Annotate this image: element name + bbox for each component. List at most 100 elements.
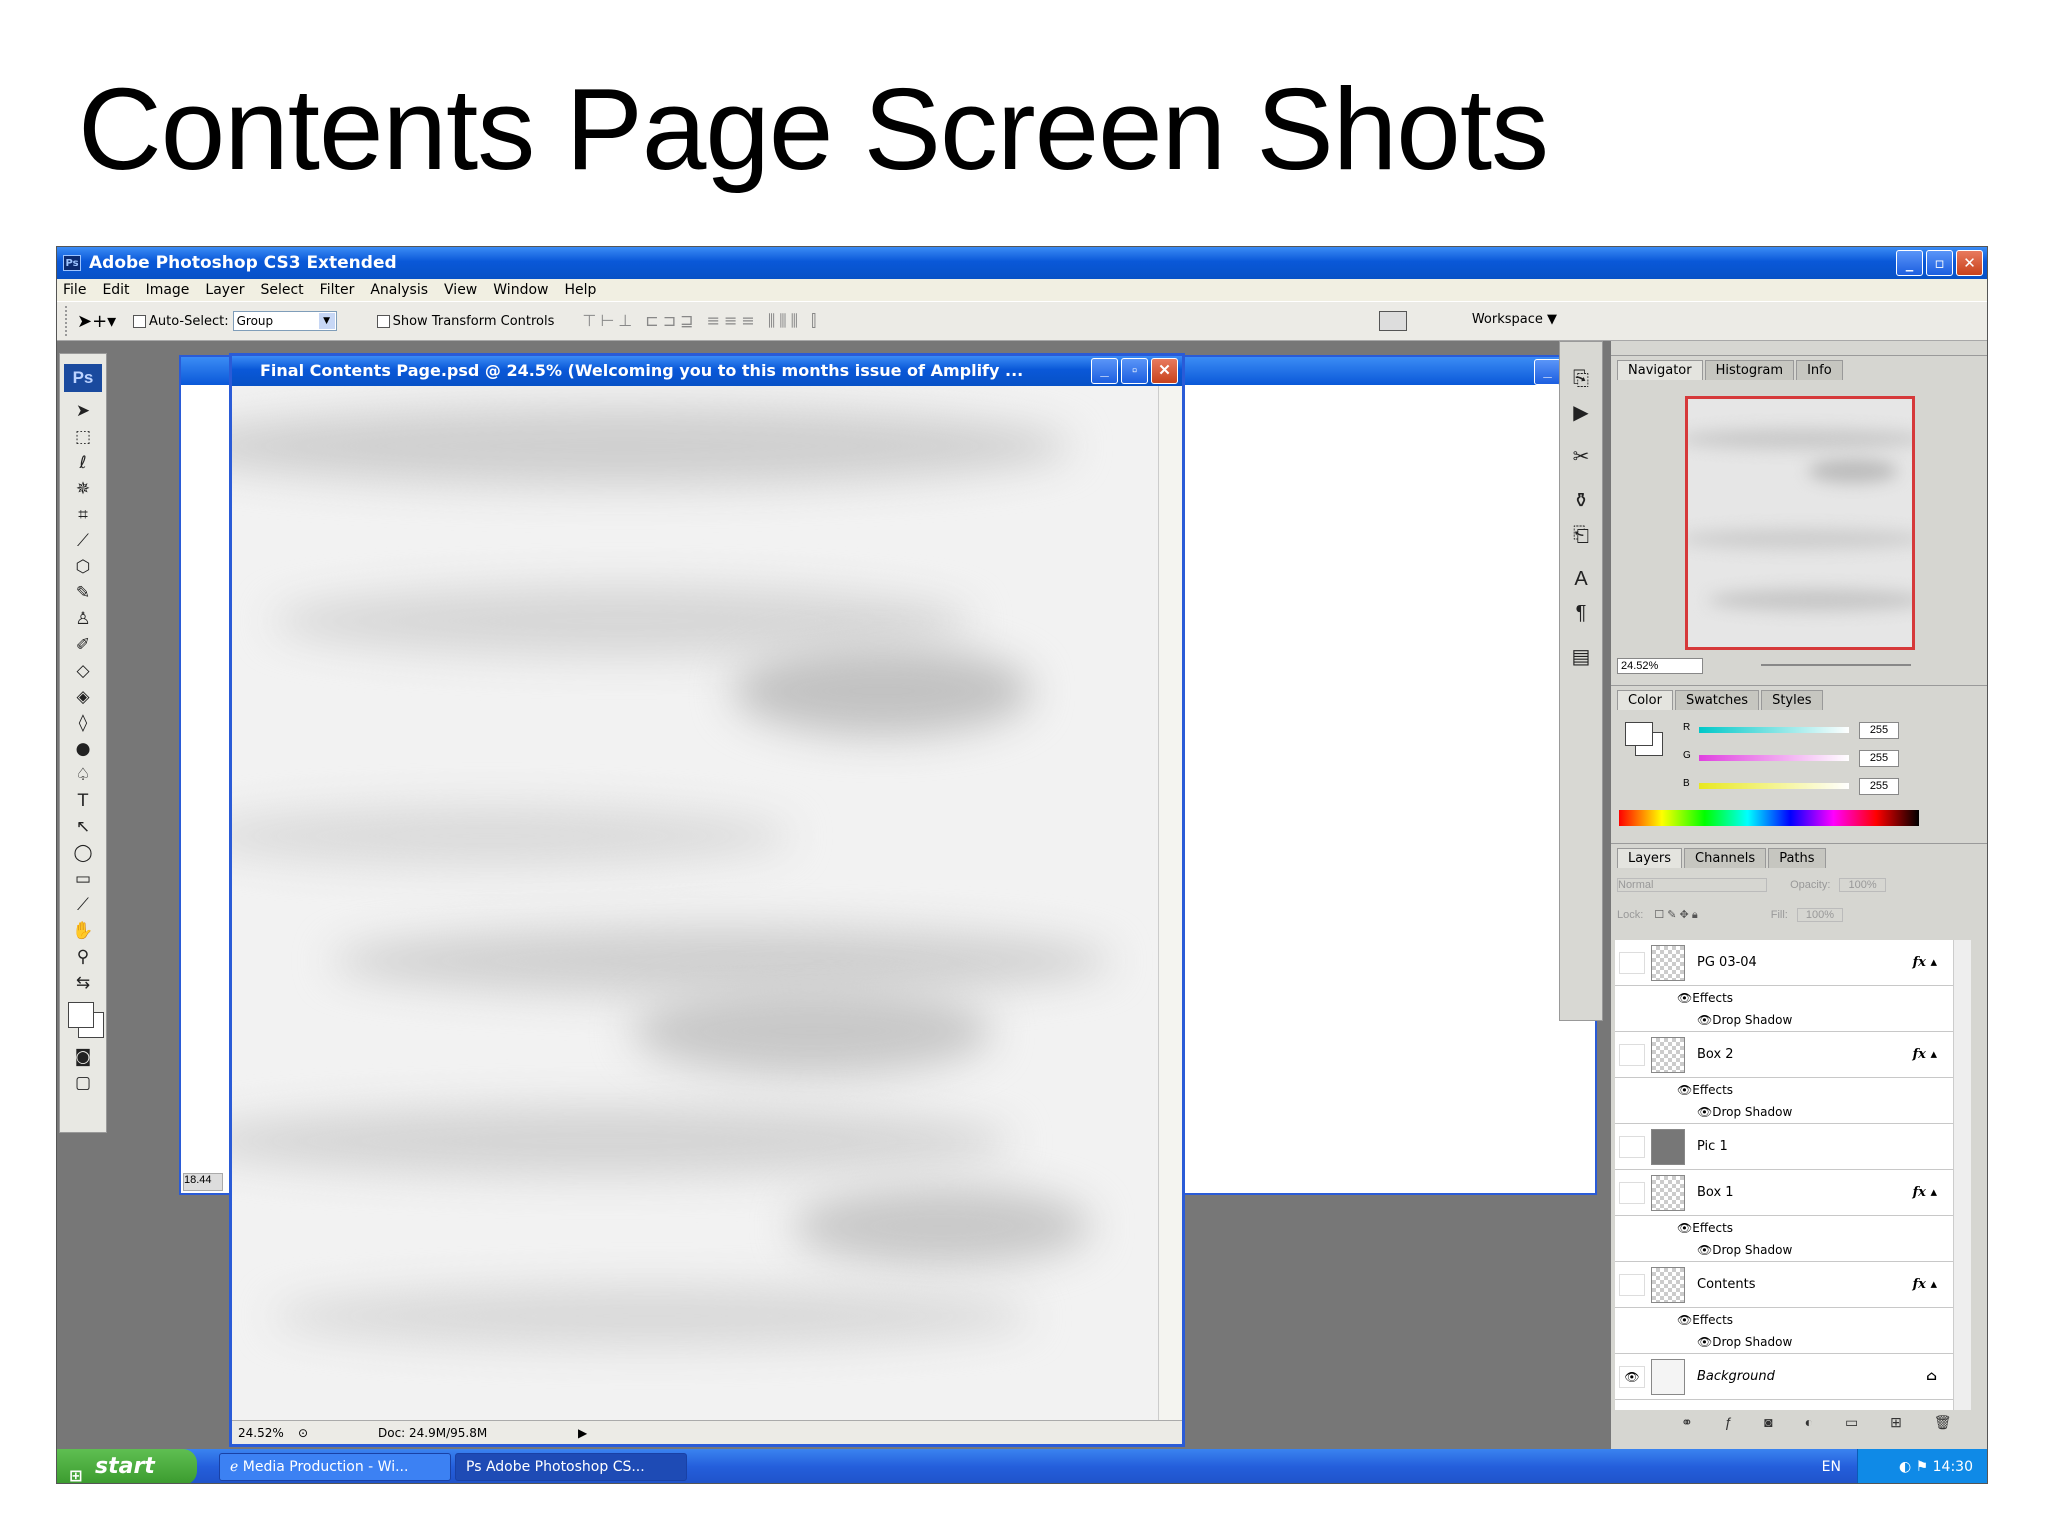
fx-icon[interactable]: fx ▴ <box>1913 1277 1937 1292</box>
swap-colors-icon[interactable]: ⇆ <box>60 970 106 996</box>
red-channel-slider[interactable] <box>1699 727 1849 733</box>
eye-icon[interactable]: 👁︎ <box>1677 1221 1692 1235</box>
brush-tool-icon[interactable]: ✎ <box>60 580 106 606</box>
drop-shadow-row[interactable]: 👁︎ Drop Shadow <box>1615 1101 1971 1124</box>
visibility-toggle[interactable] <box>1619 1273 1645 1296</box>
history-brush-icon[interactable]: ✐ <box>60 632 106 658</box>
color-spectrum-bar[interactable] <box>1619 810 1919 826</box>
actions-icon[interactable]: ▶ <box>1560 396 1602 430</box>
effects-row[interactable]: 👁︎ Effects <box>1615 1078 1971 1101</box>
maximize-button[interactable]: ▫ <box>1926 250 1953 276</box>
navigator-zoom-field[interactable]: 24.52% <box>1617 658 1703 674</box>
drop-shadow-row[interactable]: 👁︎ Drop Shadow <box>1615 1331 1971 1354</box>
effects-row[interactable]: 👁︎ Effects <box>1615 1308 1971 1331</box>
visibility-toggle[interactable]: 👁︎ <box>1619 1365 1645 1388</box>
paint-bucket-icon[interactable]: ◈ <box>60 684 106 710</box>
layer-row-pg-03-04[interactable]: PG 03-04 fx ▴ <box>1615 940 1971 986</box>
layer-row-box-2[interactable]: Box 2 fx ▴ <box>1615 1032 1971 1078</box>
fill-value[interactable]: 100% <box>1796 908 1844 922</box>
workspace-menu[interactable]: Workspace ▼ <box>1472 312 1557 327</box>
tab-color[interactable]: Color <box>1617 690 1673 710</box>
green-channel-slider[interactable] <box>1699 755 1849 761</box>
document-title-bar[interactable]: Final Contents Page.psd @ 24.5% (Welcomi… <box>232 356 1182 386</box>
type-tool-icon[interactable]: T <box>60 788 106 814</box>
show-transform-checkbox[interactable] <box>376 314 390 328</box>
document-vertical-scrollbar[interactable] <box>1158 386 1182 1420</box>
color-foreground-swatch[interactable] <box>1625 722 1653 746</box>
foreground-color-swatch[interactable] <box>68 1002 94 1028</box>
pen-tool-icon[interactable]: ♤ <box>60 762 106 788</box>
drop-shadow-row[interactable]: 👁︎ Drop Shadow <box>1615 1009 1971 1032</box>
auto-select-dropdown[interactable]: Group ▼ <box>232 311 337 331</box>
document-canvas[interactable] <box>232 386 1158 1420</box>
tab-styles[interactable]: Styles <box>1761 690 1823 710</box>
opacity-value[interactable]: 100% <box>1839 878 1886 892</box>
menu-filter[interactable]: Filter <box>320 282 355 298</box>
app-title-bar[interactable]: Ps Adobe Photoshop CS3 Extended _ ▫ ✕ <box>57 247 1987 279</box>
magic-wand-icon[interactable]: ✵ <box>60 476 106 502</box>
close-button[interactable]: ✕ <box>1956 250 1983 276</box>
tab-paths[interactable]: Paths <box>1768 848 1826 868</box>
character-icon[interactable]: A <box>1560 562 1602 596</box>
red-channel-value[interactable]: 255 <box>1859 722 1899 739</box>
menu-help[interactable]: Help <box>564 282 596 298</box>
taskbar-item-media-production[interactable]: ℯ Media Production - Wi... <box>219 1453 451 1481</box>
menu-analysis[interactable]: Analysis <box>370 282 428 298</box>
menu-image[interactable]: Image <box>146 282 190 298</box>
zoom-tool-icon[interactable]: ⚲ <box>60 944 106 970</box>
quick-mask-icon[interactable]: ◙ <box>60 1044 106 1070</box>
background-doc-minimize-button[interactable]: _ <box>1534 359 1561 385</box>
drop-shadow-row[interactable]: 👁︎ Drop Shadow <box>1615 1239 1971 1262</box>
language-indicator[interactable]: EN <box>1822 1449 1841 1483</box>
blue-channel-slider[interactable] <box>1699 783 1849 789</box>
menu-select[interactable]: Select <box>260 282 303 298</box>
green-channel-value[interactable]: 255 <box>1859 750 1899 767</box>
layer-row-background[interactable]: 👁︎ Background ⌂ <box>1615 1354 1971 1400</box>
blue-channel-value[interactable]: 255 <box>1859 778 1899 795</box>
minimize-button[interactable]: _ <box>1896 250 1923 276</box>
layer-row-box-1[interactable]: Box 1 fx ▴ <box>1615 1170 1971 1216</box>
tool-presets-icon[interactable]: ✂ <box>1560 440 1602 474</box>
navigator-preview[interactable] <box>1685 396 1915 650</box>
lock-icons[interactable]: ☐ ✎ ✥ 🔒︎ <box>1654 909 1697 921</box>
eyedropper-icon[interactable]: ⟋ <box>60 892 106 918</box>
taskbar-item-photoshop[interactable]: Ps Adobe Photoshop CS... <box>455 1453 687 1481</box>
document-zoom[interactable]: 24.52% <box>238 1426 298 1440</box>
tab-layers[interactable]: Layers <box>1617 848 1683 868</box>
visibility-toggle[interactable] <box>1619 1135 1645 1158</box>
notes-tool-icon[interactable]: ▭ <box>60 866 106 892</box>
layers-scrollbar[interactable] <box>1953 940 1971 1410</box>
eye-icon[interactable]: 👁︎ <box>1697 1243 1712 1257</box>
shape-tool-icon[interactable]: ◯ <box>60 840 106 866</box>
stamp-tool-icon[interactable]: ♙ <box>60 606 106 632</box>
path-select-icon[interactable]: ↖ <box>60 814 106 840</box>
visibility-toggle[interactable] <box>1619 951 1645 974</box>
eraser-tool-icon[interactable]: ◇ <box>60 658 106 684</box>
effects-row[interactable]: 👁︎ Effects <box>1615 1216 1971 1239</box>
menu-edit[interactable]: Edit <box>102 282 129 298</box>
move-tool-preset-icon[interactable]: ➤+▾ <box>77 311 133 332</box>
tab-histogram[interactable]: Histogram <box>1704 360 1795 380</box>
menu-file[interactable]: File <box>63 282 86 298</box>
start-button[interactable]: ⊞ start <box>57 1449 197 1483</box>
hand-tool-icon[interactable]: ✋ <box>60 918 106 944</box>
lasso-tool-icon[interactable]: ℓ <box>60 450 106 476</box>
color-swatches[interactable] <box>60 996 106 1044</box>
status-menu-arrow-icon[interactable]: ▶ <box>578 1426 587 1440</box>
auto-select-checkbox[interactable] <box>133 314 146 328</box>
screen-mode-icon[interactable]: ▢ <box>60 1070 106 1096</box>
visibility-toggle[interactable] <box>1619 1043 1645 1066</box>
navigator-zoom-slider[interactable] <box>1761 664 1911 666</box>
layer-row-pic-1[interactable]: Pic 1 <box>1615 1124 1971 1170</box>
clone-source-icon[interactable]: ⎗ <box>1560 518 1602 552</box>
palette-well-icon[interactable] <box>1379 311 1407 331</box>
eye-icon[interactable]: 👁︎ <box>1677 1083 1692 1097</box>
visibility-toggle[interactable] <box>1619 1181 1645 1204</box>
fx-icon[interactable]: fx ▴ <box>1913 955 1937 970</box>
brushes-icon[interactable]: ⚱ <box>1560 484 1602 518</box>
background-doc-zoom[interactable]: 18.44 <box>183 1173 223 1191</box>
menu-view[interactable]: View <box>444 282 477 298</box>
move-tool-icon[interactable]: ➤ <box>60 398 106 424</box>
status-icon[interactable]: ⊙ <box>298 1426 378 1440</box>
layer-comps-icon[interactable]: ▤ <box>1560 640 1602 674</box>
